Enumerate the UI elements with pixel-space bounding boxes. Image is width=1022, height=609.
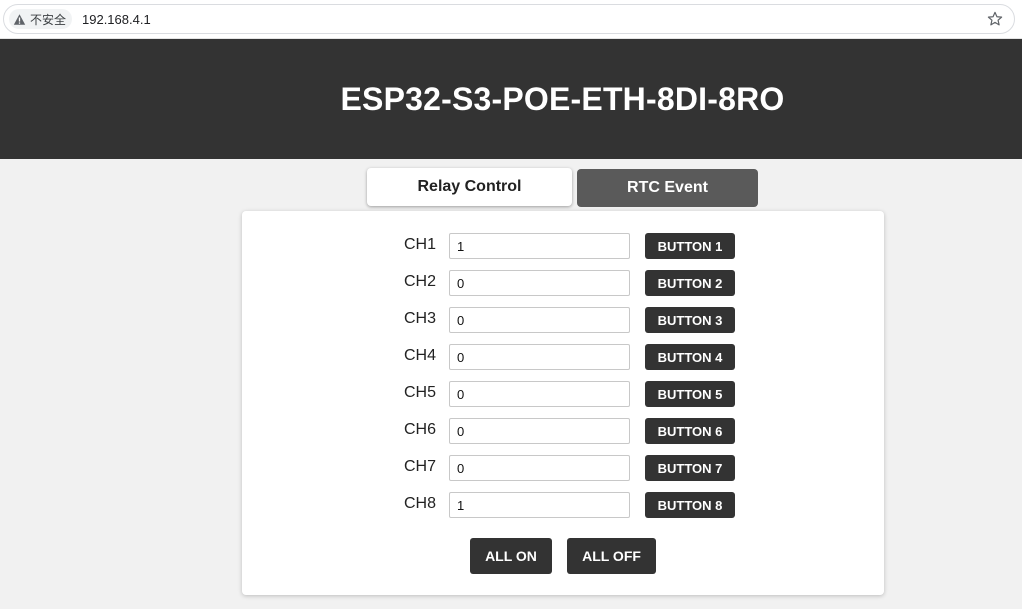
channel-label: CH2 xyxy=(403,273,436,290)
channel-label: CH8 xyxy=(403,495,436,512)
channel-7-input[interactable] xyxy=(449,455,630,481)
address-bar[interactable]: 不安全 192.168.4.1 xyxy=(3,4,1015,34)
channel-label: CH1 xyxy=(403,236,436,253)
channel-row-1: CH1 BUTTON 1 xyxy=(242,233,884,259)
channel-row-4: CH4 BUTTON 4 xyxy=(242,344,884,370)
security-label: 不安全 xyxy=(30,12,67,27)
security-indicator[interactable]: 不安全 xyxy=(9,9,73,29)
channel-label: CH6 xyxy=(403,421,436,438)
relay-button-1[interactable]: BUTTON 1 xyxy=(645,233,735,259)
relay-button-4[interactable]: BUTTON 4 xyxy=(645,344,735,370)
channel-row-5: CH5 BUTTON 5 xyxy=(242,381,884,407)
channel-row-2: CH2 BUTTON 2 xyxy=(242,270,884,296)
tab-rtc-event[interactable]: RTC Event xyxy=(577,169,758,207)
relay-button-7[interactable]: BUTTON 7 xyxy=(645,455,735,481)
channel-row-8: CH8 BUTTON 8 xyxy=(242,492,884,518)
tab-relay-control[interactable]: Relay Control xyxy=(367,168,572,206)
relay-button-6[interactable]: BUTTON 6 xyxy=(645,418,735,444)
warning-icon xyxy=(13,13,26,25)
channel-row-3: CH3 BUTTON 3 xyxy=(242,307,884,333)
relay-button-3[interactable]: BUTTON 3 xyxy=(645,307,735,333)
channel-2-input[interactable] xyxy=(449,270,630,296)
all-off-button[interactable]: ALL OFF xyxy=(567,538,656,574)
channel-3-input[interactable] xyxy=(449,307,630,333)
bookmark-star-icon[interactable] xyxy=(986,10,1004,28)
browser-toolbar: 不安全 192.168.4.1 xyxy=(0,0,1022,39)
relay-button-5[interactable]: BUTTON 5 xyxy=(645,381,735,407)
page-header: ESP32-S3-POE-ETH-8DI-8RO xyxy=(0,39,1022,159)
channel-row-7: CH7 BUTTON 7 xyxy=(242,455,884,481)
channel-5-input[interactable] xyxy=(449,381,630,407)
channel-label: CH5 xyxy=(403,384,436,401)
relay-button-8[interactable]: BUTTON 8 xyxy=(645,492,735,518)
channel-1-input[interactable] xyxy=(449,233,630,259)
channel-row-6: CH6 BUTTON 6 xyxy=(242,418,884,444)
channel-label: CH3 xyxy=(403,310,436,327)
all-on-button[interactable]: ALL ON xyxy=(470,538,552,574)
page-title: ESP32-S3-POE-ETH-8DI-8RO xyxy=(340,81,785,117)
url-text[interactable]: 192.168.4.1 xyxy=(82,12,151,27)
channel-4-input[interactable] xyxy=(449,344,630,370)
channel-6-input[interactable] xyxy=(449,418,630,444)
channel-8-input[interactable] xyxy=(449,492,630,518)
channel-label: CH7 xyxy=(403,458,436,475)
channel-label: CH4 xyxy=(403,347,436,364)
relay-button-2[interactable]: BUTTON 2 xyxy=(645,270,735,296)
relay-control-panel: CH1 BUTTON 1 CH2 BUTTON 2 CH3 BUTTON 3 C… xyxy=(242,211,884,595)
